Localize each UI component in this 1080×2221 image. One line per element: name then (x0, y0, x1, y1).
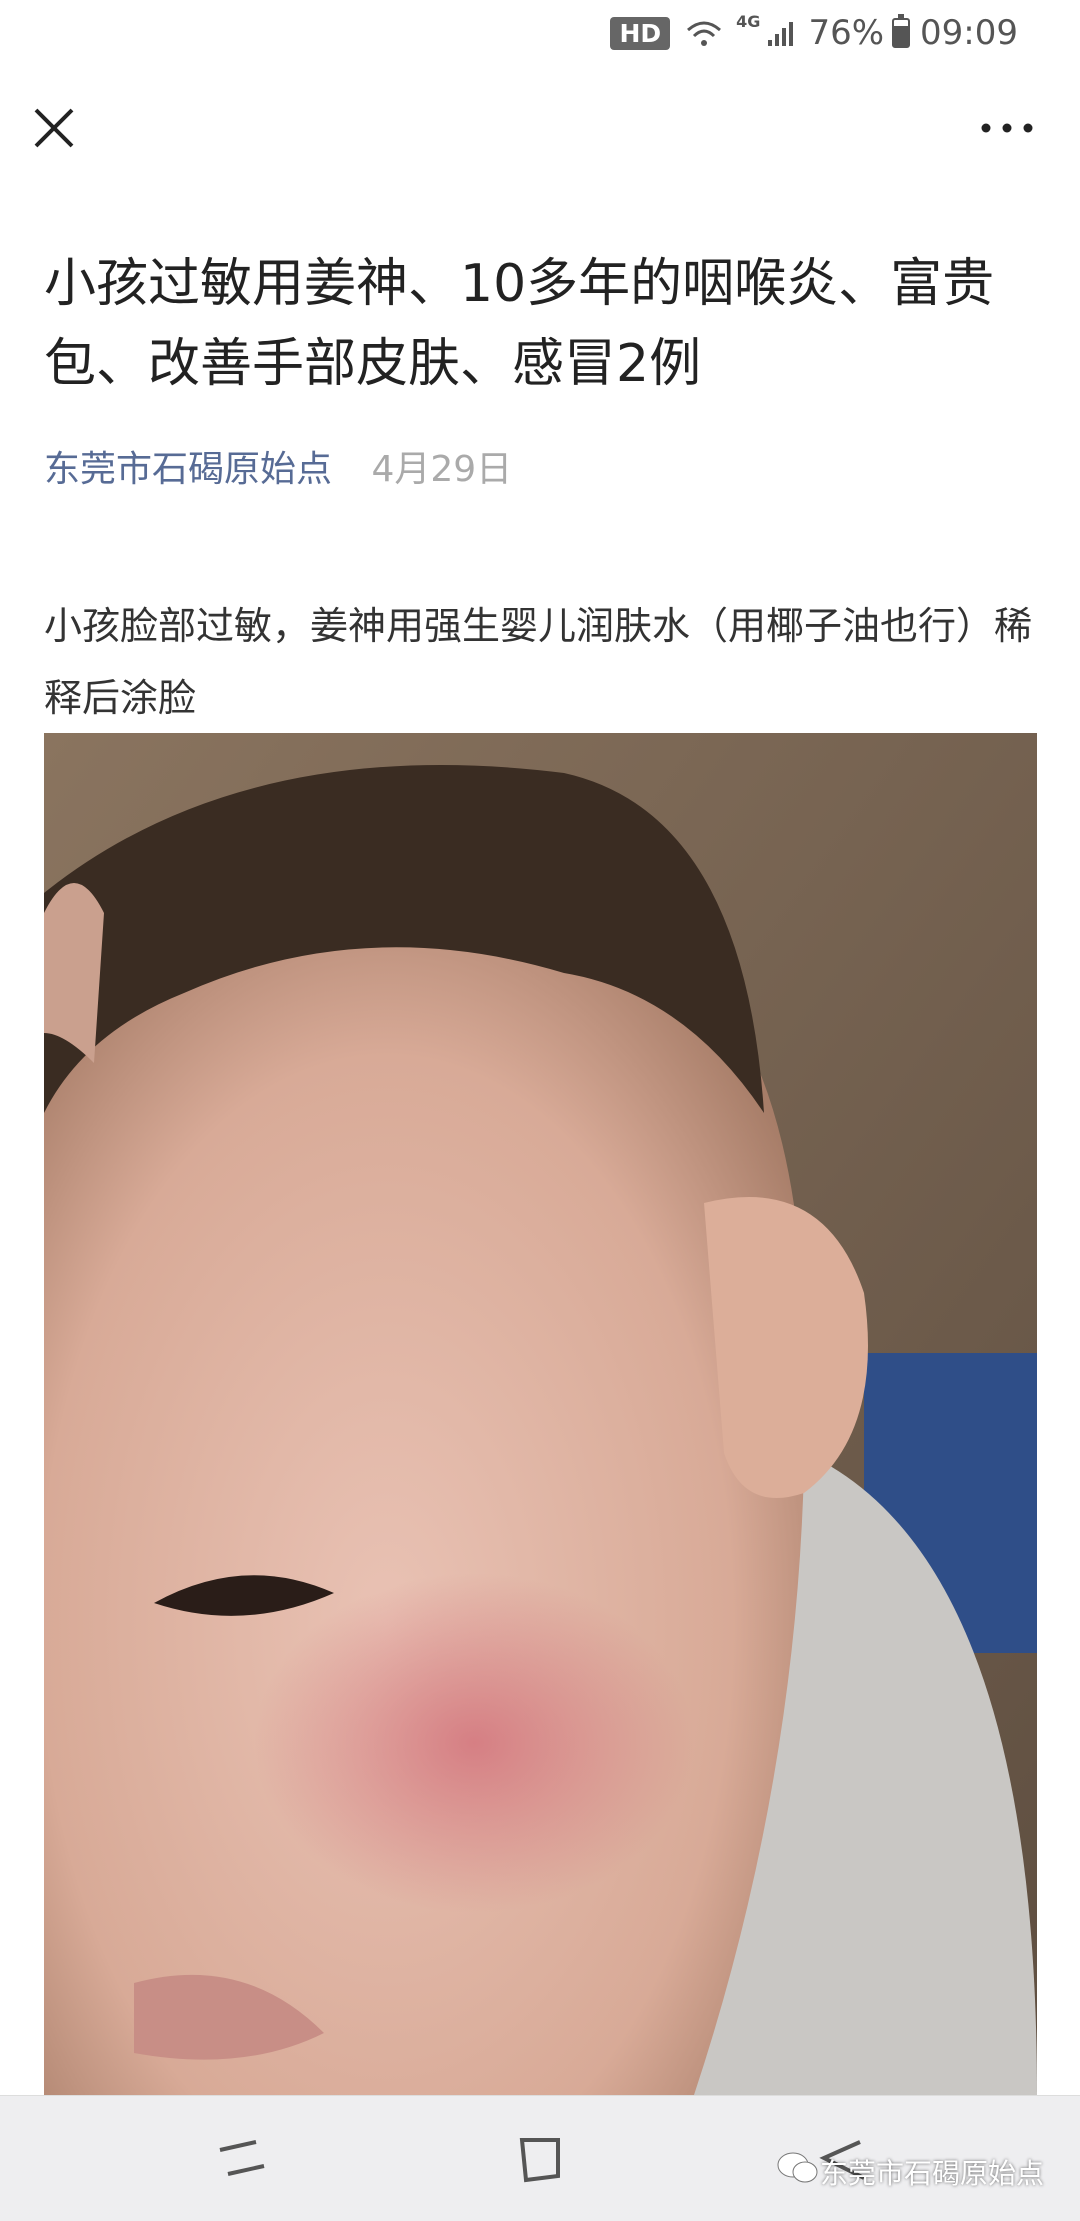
watermark: 东莞市石碣原始点 (776, 2150, 1044, 2193)
watermark-text: 东莞市石碣原始点 (819, 2156, 1044, 2190)
hd-badge: HD (610, 16, 671, 50)
article-meta: 东莞市石碣原始点 4月29日 (44, 440, 512, 492)
home-icon[interactable] (508, 2128, 572, 2192)
recent-apps-icon[interactable] (210, 2128, 274, 2192)
wechat-icon (776, 2150, 820, 2193)
top-nav (0, 90, 1080, 170)
battery-icon (892, 14, 911, 48)
article-paragraph: 小孩脸部过敏，姜神用强生婴儿润肤水（用椰子油也行）稀释后涂脸 (44, 604, 1033, 720)
publish-date: 4月29日 (371, 449, 513, 490)
signal-icon (766, 18, 796, 48)
article-photo[interactable] (44, 733, 1037, 2095)
network-label: 4G (736, 11, 761, 31)
article-title: 小孩过敏用姜神、10多年的咽喉炎、富贵包、改善手部皮肤、感冒2例 (44, 254, 995, 394)
close-icon[interactable] (28, 102, 80, 154)
author-link[interactable]: 东莞市石碣原始点 (44, 449, 332, 490)
wifi-icon (684, 18, 724, 48)
battery-percent: 76% (808, 13, 885, 53)
status-bar: HD 4G 76% 09:09 (0, 0, 1080, 66)
clock: 09:09 (920, 13, 1018, 53)
more-icon[interactable] (972, 102, 1042, 154)
